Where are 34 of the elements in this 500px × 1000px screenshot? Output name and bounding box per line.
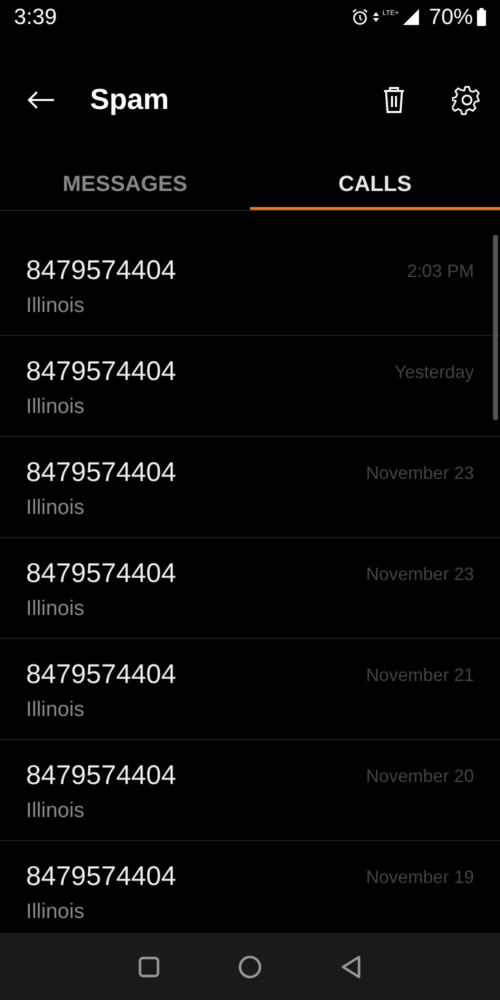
call-time: November 23: [366, 463, 474, 484]
phone-number: 8479574404: [26, 255, 176, 286]
call-location: Illinois: [26, 698, 86, 722]
call-location: Illinois: [26, 294, 86, 318]
phone-number: 8479574404: [26, 659, 176, 690]
phone-number: 8479574404: [26, 558, 176, 589]
phone-number: 8479574404: [26, 457, 176, 488]
call-location: Illinois: [26, 395, 86, 419]
call-row[interactable]: 8479574404 Illinois November 20: [0, 740, 500, 841]
phone-number: 8479574404: [26, 861, 176, 892]
call-location: Illinois: [26, 496, 86, 520]
call-time: November 23: [366, 564, 474, 585]
call-row[interactable]: 8479574404 Illinois November 23: [0, 538, 500, 639]
call-location: Illinois: [26, 799, 86, 823]
phone-number: 8479574404: [26, 760, 176, 791]
tab[interactable]: CALLS: [250, 166, 500, 210]
call-time: November 20: [366, 766, 474, 787]
call-time: 2:03 PM: [406, 261, 474, 282]
call-time: Yesterday: [394, 362, 474, 383]
call-time: November 19: [366, 867, 474, 888]
data-arrows-icon: [372, 11, 379, 23]
call-location: Illinois: [26, 900, 86, 924]
battery-icon: [477, 8, 486, 26]
screen-title: Spam: [90, 84, 169, 116]
call-row[interactable]: 8479574404 Illinois November 23: [0, 437, 500, 538]
alarm-icon: [350, 8, 369, 26]
signal-icon: [402, 9, 419, 25]
call-time: November 21: [366, 665, 474, 686]
battery-percent: 70%: [428, 4, 473, 30]
call-location: Illinois: [26, 597, 86, 621]
tab[interactable]: MESSAGES: [0, 166, 250, 210]
status-time: 3:39: [14, 4, 57, 30]
call-row[interactable]: 8479574404 Illinois November 21: [0, 639, 500, 740]
phone-number: 8479574404: [26, 356, 176, 387]
